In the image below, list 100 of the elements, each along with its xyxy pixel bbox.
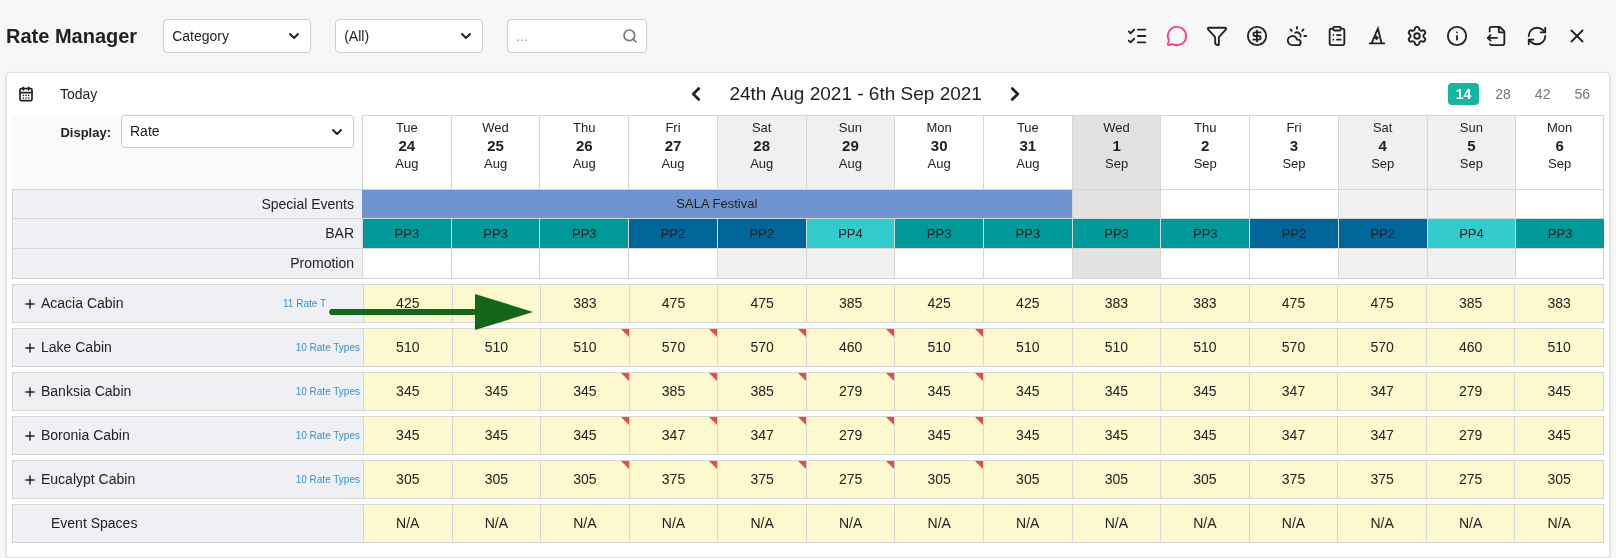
settings-icon[interactable] — [1406, 25, 1428, 47]
rate-cell[interactable]: 425 — [983, 285, 1072, 322]
hat-icon[interactable] — [1366, 25, 1388, 47]
room-name[interactable]: Acacia Cabin — [41, 293, 124, 314]
rate-cell[interactable]: N/A — [363, 505, 452, 542]
rate-cell[interactable]: 345 — [1514, 373, 1603, 410]
rate-cell[interactable]: 347 — [1337, 373, 1426, 410]
rate-cell[interactable]: 279 — [1425, 417, 1515, 454]
rate-cell[interactable]: 510 — [363, 329, 452, 366]
rate-cell[interactable]: 279 — [1425, 373, 1515, 410]
filter-icon[interactable] — [1206, 25, 1228, 47]
rate-cell[interactable]: 383 — [1160, 285, 1249, 322]
rate-cell[interactable]: N/A — [1071, 505, 1161, 542]
rate-cell[interactable]: N/A — [717, 505, 806, 542]
rate-cell[interactable]: 385 — [628, 373, 718, 410]
rate-cell[interactable]: 345 — [363, 417, 452, 454]
info-icon[interactable] — [1446, 25, 1468, 47]
rate-cell[interactable]: 570 — [628, 329, 718, 366]
rate-cell[interactable]: 475 — [717, 285, 806, 322]
rate-cell[interactable]: 383 — [540, 285, 629, 322]
rate-cell[interactable]: 460 — [1425, 329, 1515, 366]
rate-cell[interactable]: 510 — [1071, 329, 1161, 366]
rate-cell[interactable]: 510 — [1160, 329, 1249, 366]
period-option[interactable]: 56 — [1566, 83, 1598, 105]
rate-cell[interactable]: 345 — [1071, 373, 1161, 410]
export-icon[interactable] — [1486, 25, 1508, 47]
rate-cell[interactable]: 375 — [717, 461, 806, 498]
rate-cell[interactable]: N/A — [1248, 505, 1338, 542]
rate-cell[interactable]: 383 — [1071, 285, 1161, 322]
rate-cell[interactable]: 345 — [363, 373, 452, 410]
period-option[interactable]: 42 — [1526, 83, 1559, 105]
rate-cell[interactable]: 375 — [628, 461, 718, 498]
rate-cell[interactable]: N/A — [1337, 505, 1426, 542]
rate-cell[interactable]: N/A — [1425, 505, 1515, 542]
rate-cell[interactable]: 510 — [451, 329, 541, 366]
rate-cell[interactable]: 460 — [805, 329, 895, 366]
room-name[interactable]: Eucalypt Cabin — [41, 469, 136, 490]
rate-cell[interactable]: 345 — [540, 373, 629, 410]
rate-cell[interactable]: N/A — [1514, 505, 1603, 542]
rate-cell[interactable]: 570 — [1248, 329, 1338, 366]
period-option[interactable]: 28 — [1487, 83, 1519, 105]
rate-cell[interactable]: 375 — [1248, 461, 1338, 498]
room-name[interactable]: Lake Cabin — [41, 337, 112, 358]
expand-icon[interactable] — [23, 296, 37, 311]
rate-cell[interactable]: 345 — [540, 417, 629, 454]
rate-cell[interactable]: 385 — [1425, 285, 1515, 322]
rate-cell[interactable]: 510 — [894, 329, 983, 366]
rate-cell[interactable]: 510 — [1514, 329, 1603, 366]
rate-cell[interactable]: N/A — [983, 505, 1072, 542]
rate-cell[interactable]: 345 — [983, 417, 1072, 454]
rate-cell[interactable]: 347 — [628, 417, 718, 454]
rate-cell[interactable]: 305 — [894, 461, 983, 498]
weather-icon[interactable] — [1286, 25, 1308, 47]
rate-cell[interactable]: 305 — [1071, 461, 1161, 498]
rate-cell[interactable]: 510 — [983, 329, 1072, 366]
rate-cell[interactable]: N/A — [894, 505, 983, 542]
rate-cell[interactable]: 305 — [363, 461, 452, 498]
rate-cell[interactable]: N/A — [805, 505, 895, 542]
rate-cell[interactable]: 279 — [805, 417, 895, 454]
rate-cell[interactable]: 347 — [717, 417, 806, 454]
expand-icon[interactable] — [23, 340, 37, 355]
rate-cell[interactable]: 305 — [983, 461, 1072, 498]
rate-cell[interactable]: 345 — [983, 373, 1072, 410]
rate-cell[interactable]: 305 — [1160, 461, 1249, 498]
filter-dropdown[interactable]: Category — [163, 19, 312, 53]
filter-dropdown[interactable]: (All) — [335, 19, 484, 53]
rate-cell[interactable]: 570 — [1337, 329, 1426, 366]
rate-cell[interactable]: 345 — [451, 417, 541, 454]
rate-cell[interactable]: 425 — [894, 285, 983, 322]
rate-cell[interactable]: 279 — [805, 373, 895, 410]
rate-cell[interactable]: 275 — [1425, 461, 1515, 498]
room-name[interactable]: Boronia Cabin — [41, 425, 130, 446]
display-dropdown[interactable]: Rate — [121, 115, 354, 148]
rate-cell[interactable]: 475 — [1248, 285, 1338, 322]
rate-cell[interactable]: 570 — [717, 329, 806, 366]
clipboard-icon[interactable] — [1326, 25, 1348, 47]
expand-icon[interactable] — [23, 472, 37, 487]
rate-cell[interactable]: 305 — [1514, 461, 1603, 498]
comment-icon[interactable] — [1166, 25, 1188, 47]
rate-cell[interactable]: 475 — [1337, 285, 1426, 322]
rate-cell[interactable]: N/A — [1160, 505, 1249, 542]
refresh-icon[interactable] — [1526, 25, 1548, 47]
rate-cell[interactable]: 510 — [540, 329, 629, 366]
rate-cell[interactable]: 345 — [1160, 373, 1249, 410]
rate-cell[interactable]: 345 — [1071, 417, 1161, 454]
rate-cell[interactable]: 345 — [894, 373, 983, 410]
rate-cell[interactable]: 385 — [805, 285, 895, 322]
rate-cell[interactable]: 305 — [540, 461, 629, 498]
rate-cell[interactable]: N/A — [628, 505, 718, 542]
coin-icon[interactable] — [1246, 25, 1268, 47]
today-button[interactable]: Today — [60, 83, 98, 105]
room-name[interactable]: Banksia Cabin — [41, 381, 132, 402]
expand-icon[interactable] — [23, 384, 37, 399]
rate-cell[interactable]: 305 — [451, 461, 541, 498]
rate-cell[interactable]: N/A — [451, 505, 541, 542]
rate-cell[interactable]: 347 — [1248, 373, 1338, 410]
rate-cell[interactable]: 345 — [1160, 417, 1249, 454]
expand-icon[interactable] — [23, 428, 37, 443]
calendar-icon[interactable] — [18, 86, 34, 102]
rate-cell[interactable]: 275 — [805, 461, 895, 498]
